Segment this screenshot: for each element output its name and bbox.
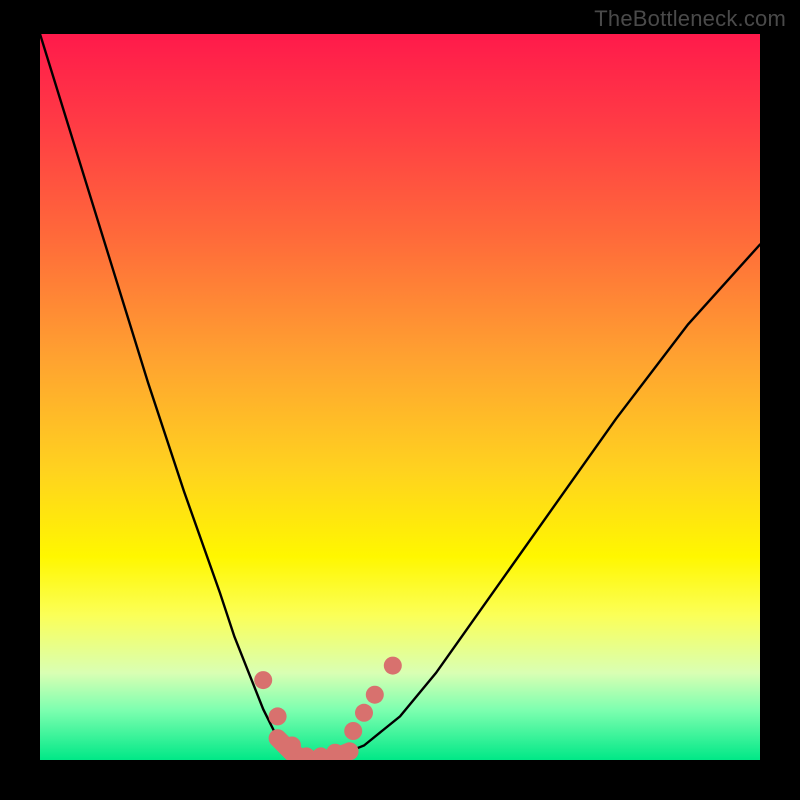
highlight-dot: [283, 737, 301, 755]
watermark-text: TheBottleneck.com: [594, 6, 786, 32]
plot-area: [40, 34, 760, 760]
curve-layer: [40, 34, 760, 760]
highlight-dot: [254, 671, 272, 689]
highlight-dot: [269, 707, 287, 725]
bottleneck-curve: [40, 34, 760, 760]
highlight-dot: [355, 704, 373, 722]
highlight-dot: [344, 722, 362, 740]
chart-frame: TheBottleneck.com: [0, 0, 800, 800]
highlight-dot: [366, 686, 384, 704]
highlight-dot: [384, 657, 402, 675]
